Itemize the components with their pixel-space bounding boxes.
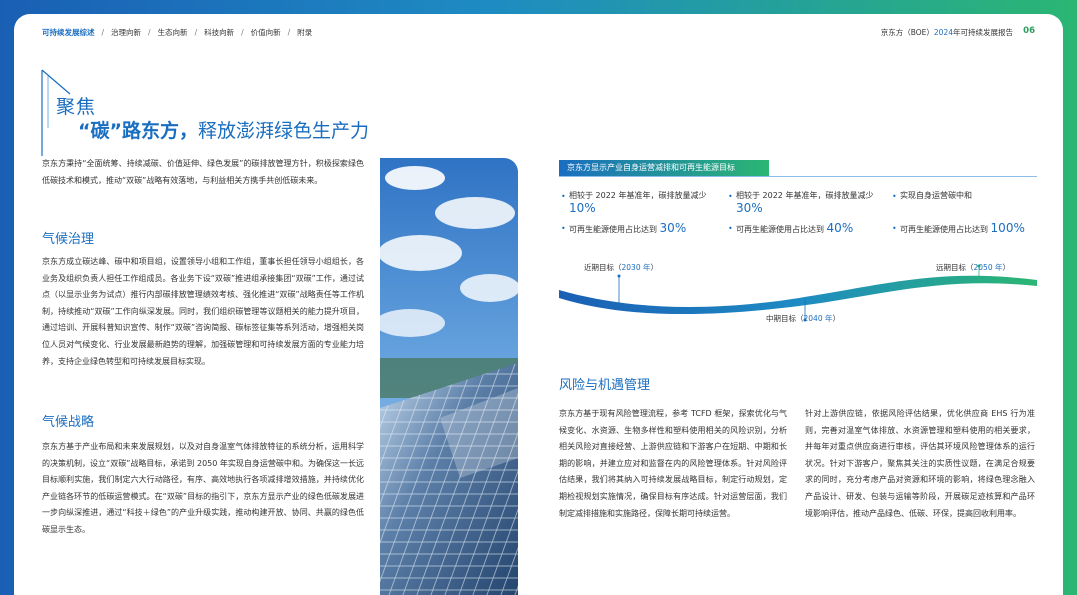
nav-item-value[interactable]: 价值向新 [251,27,281,38]
timeline-wave [559,264,1037,338]
nav-separator: / [194,28,198,37]
risk-body-left: 京东方基于现有风险管理流程，参考 TCFD 框架，探索优化与气候变化、水资源、生… [559,409,787,518]
page-title: 聚焦 [56,96,97,118]
section-heading-risk: 风险与机遇管理 [559,378,651,393]
intro-paragraph: 京东方秉持“全面统筹、持续减碳、价值延伸、绿色发展”的碳排放管理方针，积极探索绿… [42,159,364,185]
target-item-2030-renewable: • 可再生能源使用占比达到 30% [561,221,687,235]
nav-item-technology[interactable]: 科技向新 [204,27,234,38]
page-subtitle: “碳”路东方，释放澎湃绿色生产力 [78,120,369,142]
target-item-2040-emission: • 相较于 2022 年基准年，碳排放量减少 30% [728,191,874,215]
targets-title-bar: 京东方显示产业自身运营减排和可再生能源目标 [559,160,769,176]
target-item-2050-neutral: • 实现自身运营碳中和 [892,191,972,201]
nav-item-overview[interactable]: 可持续发展综述 [42,27,95,38]
solar-panel-photo [380,158,518,595]
timeline-long-label: 远期目标（2050 年） [936,263,1010,272]
section-heading-climate-governance: 气候治理 [42,232,95,247]
nav-item-governance[interactable]: 治理向新 [111,27,141,38]
nav-separator: / [241,28,244,37]
nav-separator: / [148,28,151,37]
page-number: 06 [1023,26,1035,36]
nav-item-ecology[interactable]: 生态向新 [158,27,188,38]
timeline-mid-label: 中期目标（2040 年） [766,314,840,323]
risk-body-right: 针对上游供应链，依据风险评估结果，优化供应商 EHS 行为准则，完善对温室气体排… [805,409,1035,518]
target-item-2050-renewable: • 可再生能源使用占比达到 100% [892,221,1025,235]
climate-governance-body: 京东方成立碳达峰、碳中和项目组，设置领导小组和工作组，董事长担任领导小组组长，各… [42,257,364,366]
nav-separator: / [287,28,291,37]
target-item-2030-emission: • 相较于 2022 年基准年，碳排放量减少 10% [561,191,707,215]
targets-divider [559,176,1037,177]
nav-item-appendix[interactable]: 附录 [297,27,312,38]
climate-strategy-body: 京东方基于产业布局和未来发展规划，以及对自身温室气体排放特征的系统分析，运用科学… [42,442,364,534]
section-nav: 可持续发展综述 / 治理向新 / 生态向新 / 科技向新 / 价值向新 / 附录 [42,27,312,38]
section-heading-climate-strategy: 气候战略 [42,415,95,430]
nav-separator: / [101,28,105,37]
timeline-near-label: 近期目标（2030 年） [584,263,658,272]
report-page: 可持续发展综述 / 治理向新 / 生态向新 / 科技向新 / 价值向新 / 附录… [14,14,1063,595]
report-title: 京东方（BOE）2024年可持续发展报告 [880,28,1013,37]
target-item-2040-renewable: • 可再生能源使用占比达到 40% [728,221,854,235]
